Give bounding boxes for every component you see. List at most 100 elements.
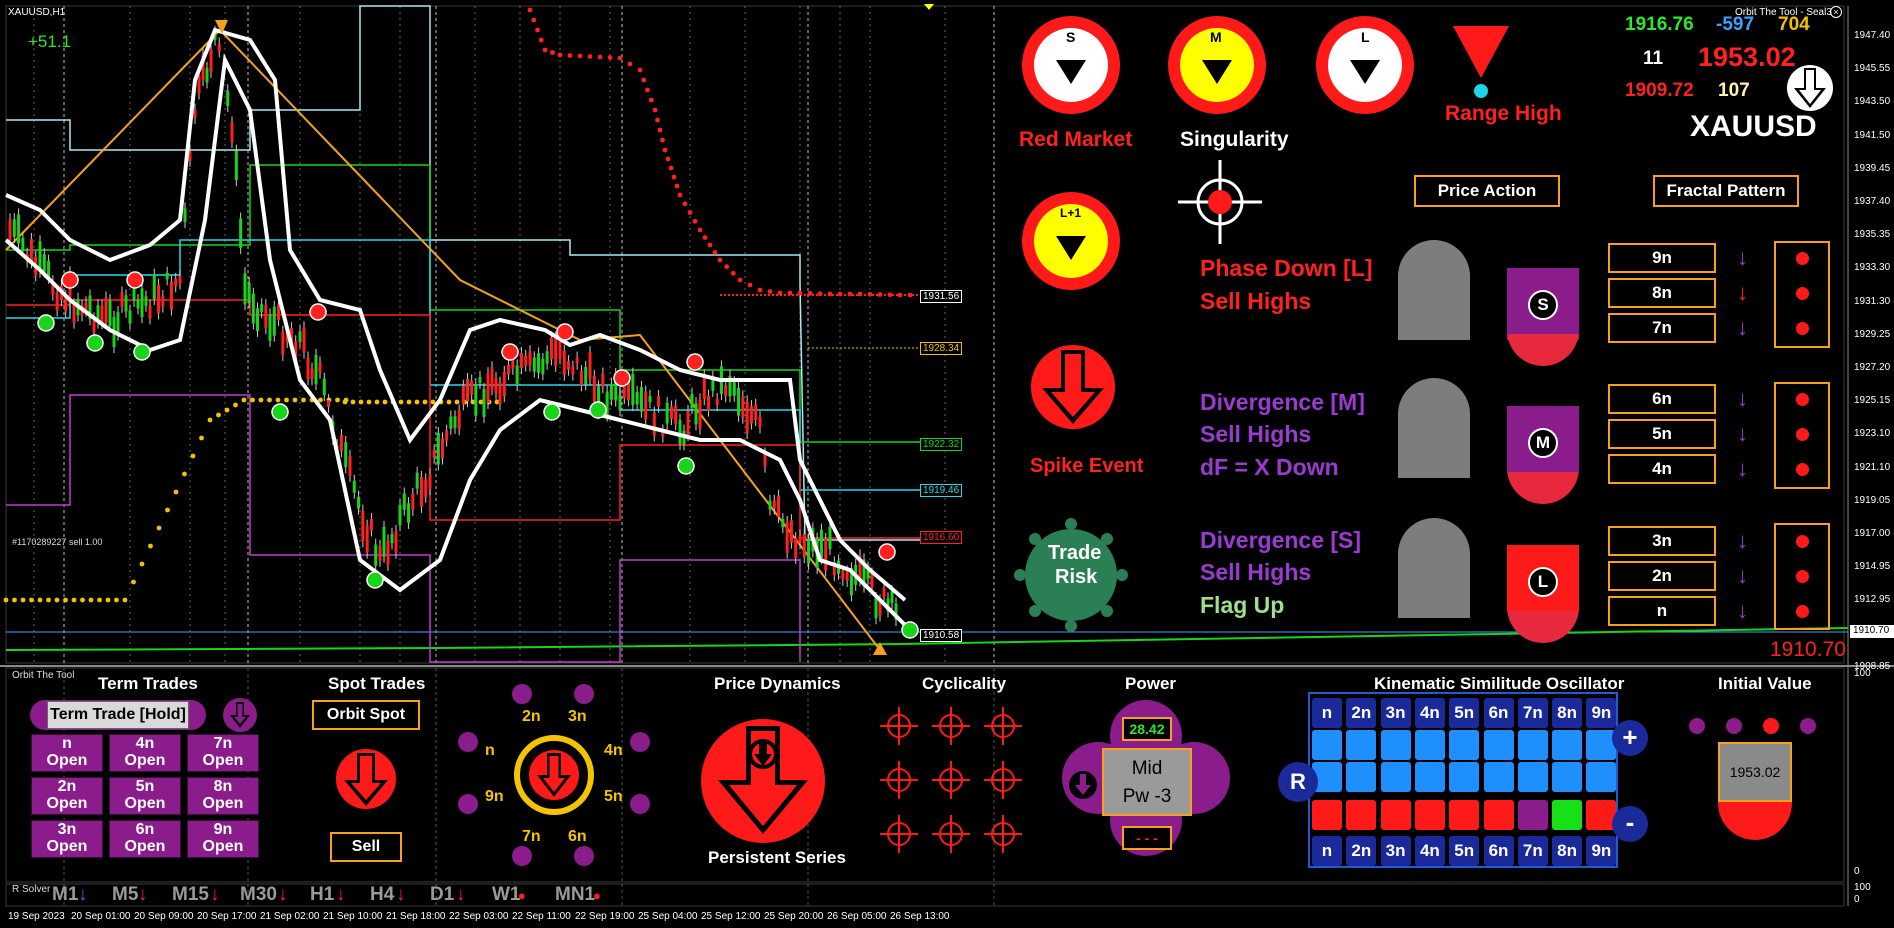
candle-body: [754, 404, 758, 421]
kso-plus-button[interactable]: +: [1612, 720, 1648, 756]
candle-body: [618, 395, 622, 411]
price-tick: 1923.10: [1854, 428, 1891, 440]
term-cell-3n[interactable]: 3n Open: [31, 820, 103, 858]
chevron-down-icon: [1056, 60, 1086, 84]
time-tick: 25 Sep 20:00: [764, 911, 824, 922]
fractal-3n[interactable]: 3n: [1608, 526, 1716, 556]
candle-body: [494, 378, 498, 394]
solver-tf-M5[interactable]: M5: [112, 884, 138, 906]
candle-body: [357, 496, 361, 509]
orbit-down-arrow-icon: [529, 750, 579, 800]
solver-tf-M1[interactable]: M1: [52, 884, 78, 906]
solver-tf-H1[interactable]: H1: [310, 884, 334, 906]
candle-body: [824, 539, 828, 571]
yellow-dot: [335, 397, 340, 403]
red-dot: [607, 55, 613, 60]
term-cell-9n[interactable]: 9n Open: [187, 820, 259, 858]
candle-body: [140, 288, 144, 318]
yellow-dot: [20, 597, 26, 603]
price-action-button[interactable]: Price Action: [1414, 175, 1560, 207]
solver-tf-M15[interactable]: M15: [172, 884, 209, 906]
candle-body: [436, 433, 440, 465]
candle-body: [21, 237, 25, 252]
dial-l: L: [1316, 16, 1414, 114]
fractal-9n[interactable]: 9n: [1608, 243, 1716, 273]
red-dot: [550, 50, 555, 55]
candle-body: [567, 361, 571, 370]
term-cell-6n[interactable]: 6n Open: [109, 820, 181, 858]
cyclicality-title: Cyclicality: [922, 674, 1007, 693]
candle-body: [302, 327, 306, 353]
term-cell-2n[interactable]: 2n Open: [31, 777, 103, 815]
candle-body: [327, 400, 331, 407]
fractal-2n[interactable]: 2n: [1608, 561, 1716, 591]
sell-highs-2: Sell Highs: [1200, 421, 1312, 447]
yellow-dot: [382, 399, 388, 405]
solver-tf-D1[interactable]: D1: [430, 884, 454, 906]
candle-body: [183, 208, 187, 223]
candle-body: [732, 382, 736, 396]
sell-signal-icon: [309, 303, 327, 321]
price-tick: 1933.30: [1854, 262, 1891, 274]
kso-header-2n: 2n: [1346, 698, 1377, 728]
candle-body: [524, 355, 528, 366]
term-trade-down-icon[interactable]: [222, 697, 258, 733]
term-cell-4n[interactable]: 4n Open: [109, 734, 181, 772]
candle-body: [128, 310, 132, 324]
candle-body: [461, 385, 465, 405]
orbit-dot: [574, 684, 594, 704]
candle-body: [749, 406, 753, 424]
price-tick: 1917.00: [1854, 528, 1891, 539]
fractal-n[interactable]: n: [1608, 596, 1716, 626]
kso-footer-2n: 2n: [1346, 836, 1377, 866]
yellow-dot: [80, 597, 85, 603]
term-trade-hold-button[interactable]: Term Trade [Hold]: [47, 701, 189, 729]
fractal-4n[interactable]: 4n: [1608, 454, 1716, 484]
candle-body: [648, 395, 652, 403]
yellow-dot: [105, 597, 111, 603]
red-dot: [577, 53, 583, 59]
candle-body: [55, 292, 59, 311]
kso-header-n: n: [1312, 698, 1342, 728]
fractal-6n[interactable]: 6n: [1608, 384, 1716, 414]
solver-tf-indicator-icon: ●: [518, 888, 526, 903]
yellow-dot: [114, 597, 119, 603]
symbol-tab[interactable]: XAUUSD,H1: [8, 7, 65, 18]
orbit-spot-button[interactable]: Orbit Spot: [312, 700, 420, 730]
yellow-dot: [190, 453, 196, 459]
fractal-pattern-button[interactable]: Fractal Pattern: [1653, 175, 1799, 207]
term-cell-5n[interactable]: 5n Open: [109, 777, 181, 815]
sell-button[interactable]: Sell: [330, 832, 402, 862]
candle-body: [571, 366, 575, 375]
kso-reset-button[interactable]: R: [1278, 762, 1318, 802]
solver-tf-M30[interactable]: M30: [240, 884, 277, 906]
yellow-dot: [165, 507, 170, 513]
term-cell-n[interactable]: n Open: [31, 734, 103, 772]
sell-signal-icon: [613, 369, 631, 387]
kso-cell-blue: [1449, 762, 1480, 792]
term-cell-label: 2n: [57, 778, 77, 795]
kso-cell-status: [1483, 800, 1514, 830]
candle-body: [432, 450, 436, 458]
close-icon[interactable]: ×: [1830, 6, 1842, 18]
solver-tf-MN1[interactable]: MN1: [555, 884, 595, 906]
fractal-8n[interactable]: 8n: [1608, 278, 1716, 308]
fractal-5n[interactable]: 5n: [1608, 419, 1716, 449]
term-cell-8n[interactable]: 8n Open: [187, 777, 259, 815]
solver-tf-W1[interactable]: W1: [492, 884, 521, 906]
red-dot: [617, 55, 623, 61]
kso-footer-4n: 4n: [1414, 836, 1445, 866]
yellow-dot: [139, 561, 145, 567]
candle-body: [352, 480, 356, 493]
price-tick: 1919.05: [1854, 494, 1891, 506]
solver-tf-H4[interactable]: H4: [370, 884, 394, 906]
kso-minus-button[interactable]: -: [1612, 806, 1648, 842]
sell-signal-icon: [501, 343, 519, 361]
time-tick: 20 Sep 09:00: [134, 911, 194, 922]
kso-cell-blue: [1449, 730, 1480, 760]
term-cell-7n[interactable]: 7n Open: [187, 734, 259, 772]
price-action-gauge-1: [1398, 240, 1470, 340]
red-dot: [665, 156, 671, 162]
candle-body: [802, 534, 806, 558]
fractal-7n[interactable]: 7n: [1608, 313, 1716, 343]
